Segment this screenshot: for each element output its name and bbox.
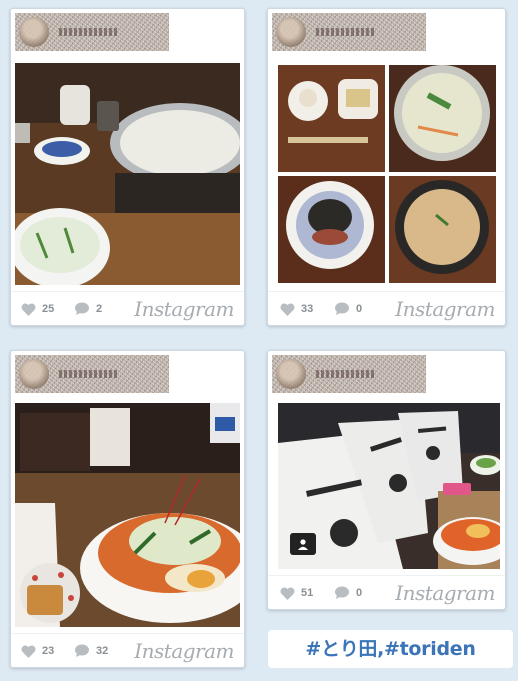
comment-bubble-icon (335, 586, 349, 599)
comment-count[interactable]: 0 (334, 292, 362, 326)
like-count-value: 33 (301, 303, 314, 315)
avatar (276, 17, 306, 47)
heart-icon (21, 303, 36, 316)
blurred-user-header (272, 355, 426, 393)
blurred-user-header (15, 13, 169, 51)
like-count-value: 25 (42, 303, 55, 315)
heart-icon (21, 645, 36, 658)
heart-icon (280, 587, 295, 600)
hashtag-banner[interactable]: #とり田,#toriden (268, 630, 513, 668)
comment-count-value: 32 (96, 645, 109, 657)
post-photo-collage[interactable] (278, 65, 496, 283)
like-count[interactable]: 25 (21, 292, 54, 326)
instagram-logo-text[interactable]: Instagram (395, 578, 495, 608)
post-card-4[interactable]: 51 0 Instagram (267, 350, 506, 610)
blurred-user-header (15, 355, 169, 393)
like-count-value: 23 (42, 645, 55, 657)
instagram-logo-text[interactable]: Instagram (134, 294, 234, 324)
username-blurred (316, 370, 374, 378)
comment-bubble-icon (335, 302, 349, 315)
post-card-2[interactable]: 33 0 Instagram (267, 8, 506, 326)
like-count[interactable]: 33 (280, 292, 313, 326)
comment-count[interactable]: 2 (74, 292, 102, 326)
heart-icon (280, 303, 295, 316)
person-tag-icon[interactable] (290, 533, 316, 555)
post-photo-ramen[interactable] (15, 403, 240, 627)
post-card-3[interactable]: 23 32 Instagram (10, 350, 245, 668)
instagram-logo-text[interactable]: Instagram (134, 636, 234, 666)
comment-count[interactable]: 32 (74, 634, 108, 668)
username-blurred (59, 370, 117, 378)
post-card-1[interactable]: 25 2 Instagram (10, 8, 245, 326)
username-blurred (316, 28, 374, 36)
post-footer: 25 2 Instagram (11, 291, 244, 325)
comment-count[interactable]: 0 (334, 576, 362, 610)
like-count[interactable]: 51 (280, 576, 313, 610)
avatar (19, 359, 49, 389)
post-photo-bibs[interactable] (278, 403, 500, 569)
like-count-value: 51 (301, 587, 314, 599)
instagram-logo-text[interactable]: Instagram (395, 294, 495, 324)
username-blurred (59, 28, 117, 36)
blurred-user-header (272, 13, 426, 51)
post-footer: 33 0 Instagram (268, 291, 505, 325)
comment-bubble-icon (75, 302, 89, 315)
like-count[interactable]: 23 (21, 634, 54, 668)
comment-bubble-icon (75, 644, 89, 657)
avatar (19, 17, 49, 47)
comment-count-value: 0 (356, 303, 363, 315)
post-footer: 51 0 Instagram (268, 575, 505, 609)
post-footer: 23 32 Instagram (11, 633, 244, 667)
post-photo-hotpot[interactable] (15, 63, 240, 285)
comment-count-value: 2 (96, 303, 103, 315)
avatar (276, 359, 306, 389)
comment-count-value: 0 (356, 587, 363, 599)
